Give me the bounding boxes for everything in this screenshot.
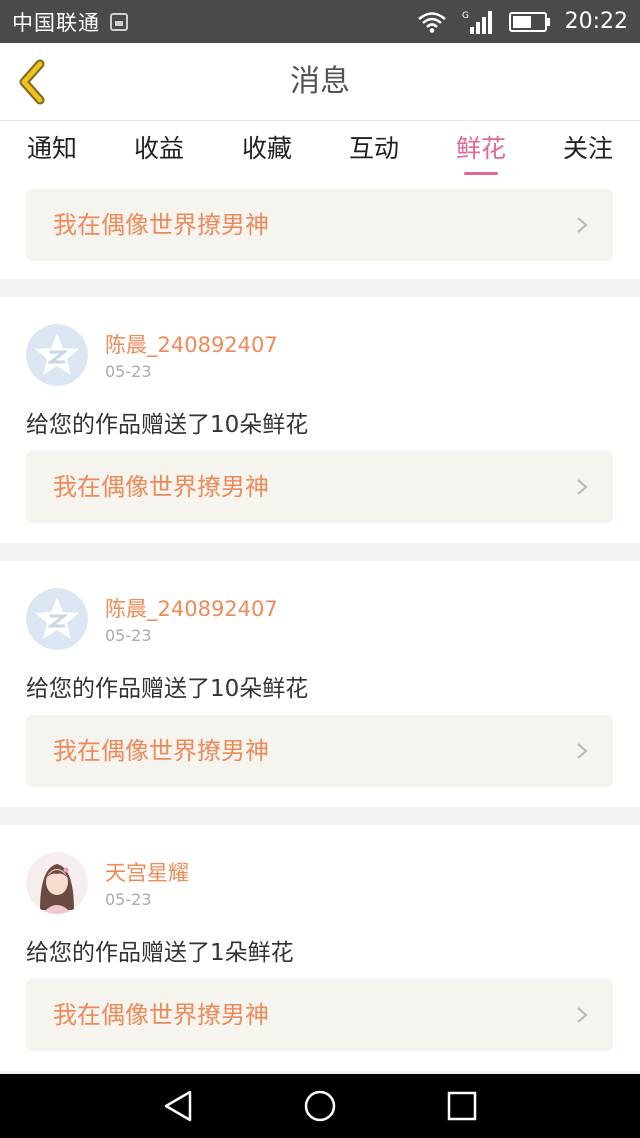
- page-title: 消息: [290, 64, 350, 99]
- username[interactable]: 天宫星耀: [105, 857, 189, 887]
- chevron-right-icon: [577, 743, 588, 759]
- message-date: 05-23: [105, 626, 152, 645]
- chevron-right-icon: [577, 479, 588, 495]
- tab-notifications[interactable]: 通知: [27, 121, 77, 181]
- tab-favorites[interactable]: 收藏: [242, 121, 292, 181]
- chevron-right-icon: [577, 217, 588, 233]
- wifi-icon: [417, 11, 447, 33]
- header-bar: 消息: [0, 43, 640, 121]
- signal-icon: G: [461, 9, 495, 35]
- qzone-default-avatar-icon[interactable]: [26, 324, 88, 386]
- message-date: 05-23: [105, 890, 152, 909]
- qzone-default-avatar-icon[interactable]: [26, 588, 88, 650]
- nav-recents-icon[interactable]: [444, 1088, 480, 1124]
- user-photo-avatar[interactable]: [26, 852, 88, 914]
- list-item: 我在偶像世界撩男神: [0, 181, 640, 279]
- message-date: 05-23: [105, 362, 152, 381]
- work-title: 我在偶像世界撩男神: [53, 1001, 269, 1029]
- message-text: 给您的作品赠送了1朵鲜花: [26, 940, 294, 966]
- chevron-right-icon: [577, 1007, 588, 1023]
- network-type: G: [462, 11, 469, 21]
- work-title: 我在偶像世界撩男神: [53, 211, 269, 239]
- message-text: 给您的作品赠送了10朵鲜花: [26, 412, 309, 438]
- message-text: 给您的作品赠送了10朵鲜花: [26, 676, 309, 702]
- status-bar: 中国联通 G 20:22: [0, 0, 640, 43]
- work-title: 我在偶像世界撩男神: [53, 737, 269, 765]
- list-item: 陈晨_240892407 05-23 给您的作品赠送了10朵鲜花 我在偶像世界撩…: [0, 561, 640, 807]
- chevron-left-icon: [19, 59, 45, 105]
- tab-bar: 通知 收益 收藏 互动 鲜花 关注: [0, 121, 640, 181]
- system-nav-bar: [0, 1074, 640, 1138]
- tab-earnings[interactable]: 收益: [134, 121, 184, 181]
- message-list: 我在偶像世界撩男神 陈晨_240892407 05-23 给您的作品赠送了10朵…: [0, 181, 640, 1071]
- list-item: 陈晨_240892407 05-23 给您的作品赠送了10朵鲜花 我在偶像世界撩…: [0, 297, 640, 543]
- work-title: 我在偶像世界撩男神: [53, 473, 269, 501]
- work-link[interactable]: 我在偶像世界撩男神: [26, 979, 613, 1051]
- tab-following[interactable]: 关注: [563, 121, 613, 181]
- username[interactable]: 陈晨_240892407: [105, 329, 278, 359]
- work-link[interactable]: 我在偶像世界撩男神: [26, 715, 613, 787]
- battery-icon: [508, 11, 551, 32]
- username[interactable]: 陈晨_240892407: [105, 593, 278, 623]
- work-link[interactable]: 我在偶像世界撩男神: [26, 189, 613, 261]
- work-link[interactable]: 我在偶像世界撩男神: [26, 451, 613, 523]
- back-button[interactable]: [14, 58, 54, 106]
- nav-back-icon[interactable]: [160, 1088, 196, 1124]
- nav-home-icon[interactable]: [302, 1088, 338, 1124]
- clock: 20:22: [564, 9, 628, 34]
- list-item: 天宫星耀 05-23 给您的作品赠送了1朵鲜花 我在偶像世界撩男神: [0, 825, 640, 1071]
- image-notification-icon: [110, 12, 128, 31]
- active-tab-indicator: [464, 172, 498, 175]
- tab-interactions[interactable]: 互动: [349, 121, 399, 181]
- carrier-name: 中国联通: [12, 10, 100, 35]
